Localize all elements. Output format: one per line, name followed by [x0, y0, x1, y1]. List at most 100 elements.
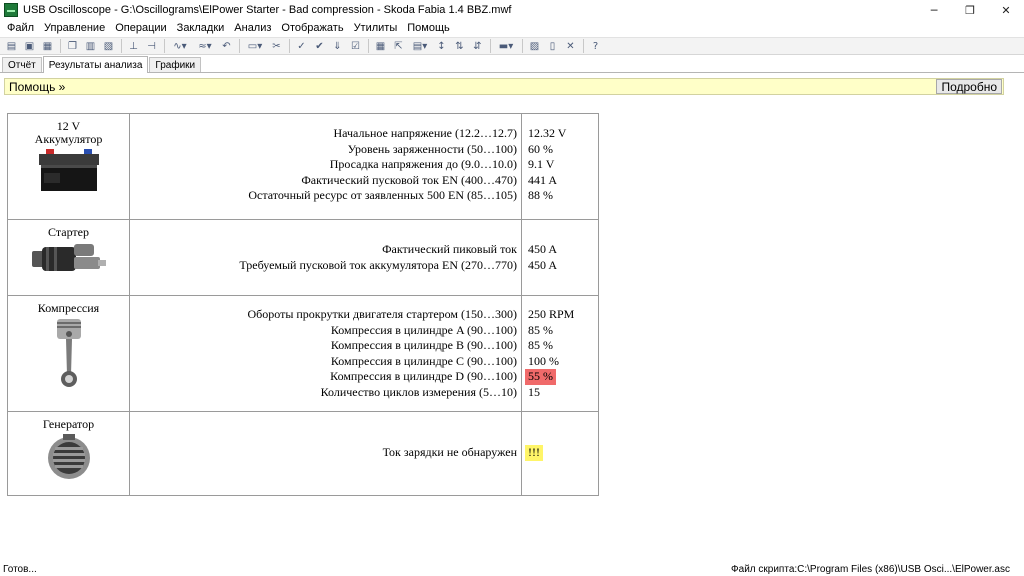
tab-report[interactable]: Отчёт — [2, 57, 42, 72]
status-text: Готов... — [3, 563, 37, 575]
result-label: Количество циклов измерения (5…10) — [320, 384, 517, 399]
channel-a-icon[interactable]: ↕ — [433, 39, 450, 54]
check-down-icon[interactable]: ⇓ — [329, 39, 346, 54]
waveform-dropdown-icon[interactable]: ∿▾ — [168, 39, 192, 54]
filter-dropdown-icon[interactable]: ≈▾ — [193, 39, 217, 54]
menu-file[interactable]: Файл — [2, 22, 39, 34]
menu-bookmarks[interactable]: Закладки — [172, 22, 230, 34]
result-label: Компрессия в цилиндре D (90…100) — [330, 369, 517, 383]
check-icon[interactable]: ✓ — [293, 39, 310, 54]
result-value-out-of-range: 55 % — [525, 369, 556, 385]
help-bar: Помощь » Подробно — [4, 78, 1004, 95]
result-value: 60 % — [528, 141, 553, 156]
title-bar: USB Oscilloscope - G:\Oscillograms\ElPow… — [0, 0, 1024, 20]
window-controls: ─ ❐ ✕ — [916, 0, 1024, 20]
result-value: 85 % — [528, 322, 553, 337]
result-value: 12.32 V — [528, 126, 567, 140]
alternator-icon — [47, 434, 90, 479]
result-label: Уровень заряженности (50…100) — [347, 141, 517, 156]
clipboard-icon[interactable]: ▧ — [100, 39, 117, 54]
zoom-dropdown-icon[interactable]: ▭▾ — [243, 39, 267, 54]
check-all-icon[interactable]: ✔ — [311, 39, 328, 54]
window-title: USB Oscilloscope - G:\Oscillograms\ElPow… — [23, 4, 512, 16]
close-button[interactable]: ✕ — [988, 0, 1024, 20]
result-label: Фактический пусковой ток EN (400…470) — [301, 172, 517, 187]
result-value: 15 — [528, 384, 540, 399]
result-value: 85 % — [528, 338, 553, 352]
delete-icon[interactable]: ✕ — [562, 39, 579, 54]
menu-utilities[interactable]: Утилиты — [349, 22, 403, 34]
undo-icon[interactable]: ↶ — [218, 39, 235, 54]
label-cell: Обороты прокрутки двигателя стартером (1… — [129, 295, 522, 412]
display-dropdown-icon[interactable]: ▬▾ — [494, 39, 518, 54]
menu-control[interactable]: Управление — [39, 22, 110, 34]
result-label: Ток зарядки не обнаружен — [382, 445, 517, 459]
analysis-results-table: 12 V Аккумулятор Начальное напряжение (1… — [7, 113, 599, 496]
device-name: Аккумулятор — [34, 132, 103, 146]
restore-button[interactable]: ❐ — [952, 0, 988, 20]
menu-view[interactable]: Отображать — [276, 22, 348, 34]
cursor-icon[interactable]: ⊥ — [125, 39, 142, 54]
toolbar-separator — [164, 39, 165, 53]
tab-graphs[interactable]: Графики — [149, 57, 202, 72]
result-value: 450 A — [528, 242, 558, 256]
menu-analysis[interactable]: Анализ — [229, 22, 276, 34]
save-icon[interactable]: ▣ — [21, 39, 38, 54]
tab-strip: Отчёт Результаты анализа Графики — [0, 56, 1024, 73]
picture-icon[interactable]: ▨ — [526, 39, 543, 54]
toolbar-separator — [490, 39, 491, 53]
paste-icon[interactable]: ▥ — [82, 39, 99, 54]
starter-section: Стартер Фактический пиковый ток Требуемы… — [7, 219, 599, 296]
toolbar-separator — [368, 39, 369, 53]
channel-c-icon[interactable]: ⇵ — [469, 39, 486, 54]
result-value: 450 A — [528, 257, 558, 272]
result-label: Остаточный ресурс от заявленных 500 EN (… — [248, 188, 517, 202]
channel-b-icon[interactable]: ⇅ — [451, 39, 468, 54]
result-label: Компрессия в цилиндре C (90…100) — [330, 353, 517, 368]
label-cell: Фактический пиковый ток Требуемый пусков… — [129, 219, 522, 296]
folder-dropdown-icon[interactable]: ▤▾ — [408, 39, 432, 54]
device-cell: Генератор — [7, 411, 130, 496]
script-file-path: Файл скрипта:C:\Program Files (x86)\USB … — [731, 563, 1010, 575]
alternator-section: Генератор Ток зарядки не обнаружен !!! — [7, 411, 599, 496]
check-list-icon[interactable]: ☑ — [347, 39, 364, 54]
toolbar-separator — [522, 39, 523, 53]
result-value: 88 % — [528, 188, 553, 202]
grid-icon[interactable]: ▦ — [372, 39, 389, 54]
detail-button[interactable]: Подробно — [936, 79, 1002, 94]
result-value: 250 RPM — [528, 307, 575, 321]
label-cell: Начальное напряжение (12.2…12.7) Уровень… — [129, 113, 522, 220]
compression-section: Компрессия Обороты прокрутки двигателя с… — [7, 295, 599, 412]
marker-icon[interactable]: ⊣ — [143, 39, 160, 54]
open-folder-icon[interactable]: ▤ — [3, 39, 20, 54]
battery-section: 12 V Аккумулятор Начальное напряжение (1… — [7, 113, 599, 220]
menu-operations[interactable]: Операции — [110, 22, 171, 34]
device-cell: Стартер — [7, 219, 130, 296]
tab-analysis-results[interactable]: Результаты анализа — [42, 56, 149, 73]
menu-help[interactable]: Помощь — [402, 22, 455, 34]
device-name: Стартер — [48, 225, 89, 239]
value-cell: 450 A 450 A — [521, 219, 599, 296]
value-cell: !!! — [521, 411, 599, 496]
result-label: Начальное напряжение (12.2…12.7) — [333, 126, 518, 140]
save-as-icon[interactable]: ▦ — [39, 39, 56, 54]
result-label: Компрессия в цилиндре A (90…100) — [330, 322, 517, 337]
export-icon[interactable]: ⇱ — [390, 39, 407, 54]
help-icon[interactable]: ? — [587, 39, 604, 54]
device-name: Компрессия — [37, 301, 100, 315]
copy-icon[interactable]: ❐ — [64, 39, 81, 54]
toolbar-separator — [239, 39, 240, 53]
label-cell: Ток зарядки не обнаружен — [129, 411, 522, 496]
tool-icon[interactable]: ✂ — [268, 39, 285, 54]
value-cell: 250 RPM 85 % 85 % 100 % 55 % 15 — [521, 295, 599, 412]
toolbar: ▤ ▣ ▦ ❐ ▥ ▧ ⊥ ⊣ ∿▾ ≈▾ ↶ ▭▾ ✂ ✓ ✔ ⇓ ☑ ▦ ⇱… — [0, 37, 1024, 55]
result-label: Фактический пиковый ток — [382, 242, 517, 256]
document-icon[interactable]: ▯ — [544, 39, 561, 54]
device-cell: 12 V Аккумулятор — [7, 113, 130, 220]
minimize-button[interactable]: ─ — [916, 0, 952, 20]
result-label: Компрессия в цилиндре B (90…100) — [330, 338, 517, 352]
help-link[interactable]: Помощь » — [5, 80, 65, 94]
device-cell: Компрессия — [7, 295, 130, 412]
car-battery-icon — [38, 149, 99, 191]
status-bar: Готов... Файл скрипта:C:\Program Files (… — [0, 562, 1024, 576]
